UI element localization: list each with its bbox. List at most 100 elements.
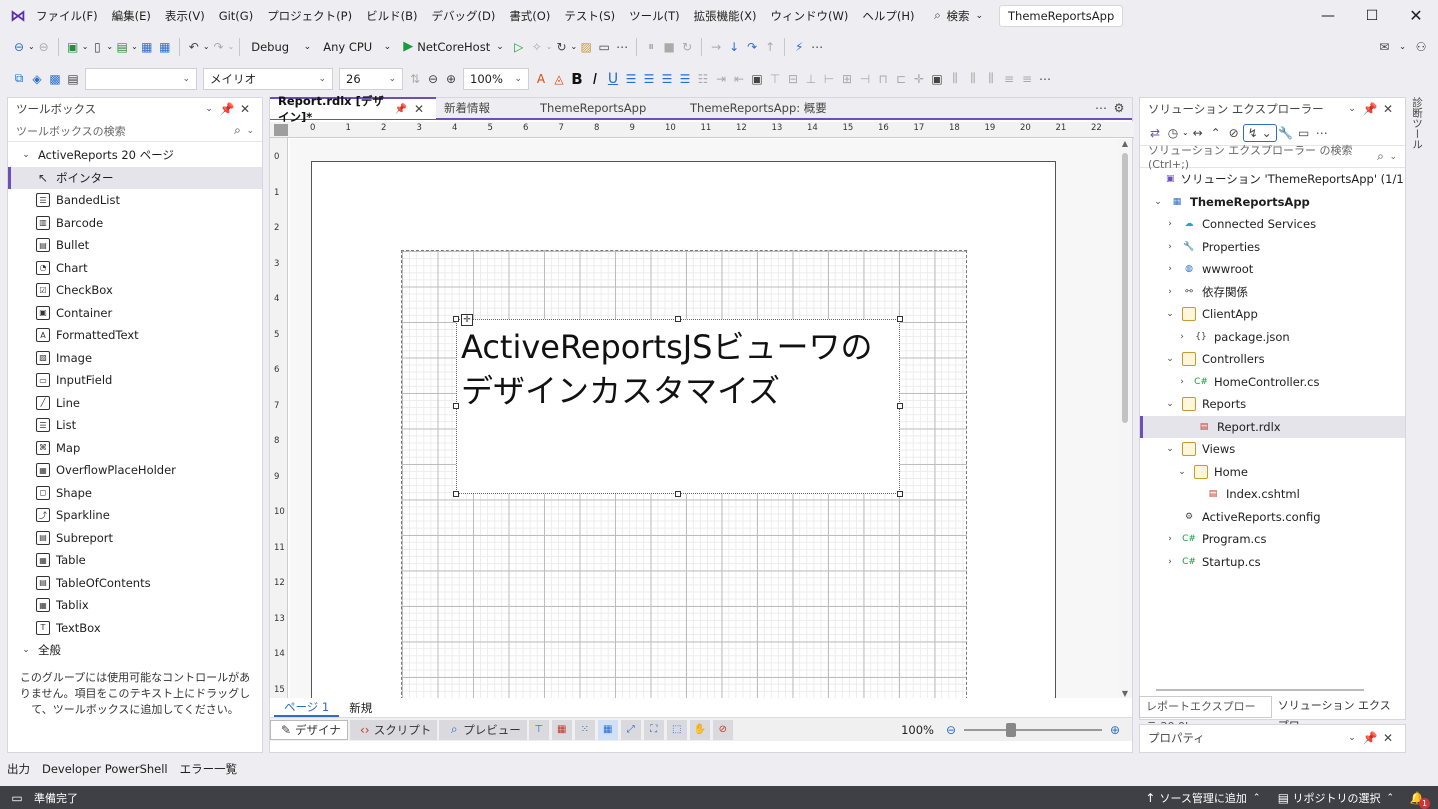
- move-handle-icon[interactable]: ✛: [461, 314, 473, 326]
- expander-icon[interactable]: ›: [1176, 332, 1188, 342]
- toolbox-item[interactable]: ◔ Chart: [8, 257, 262, 280]
- solution-tree-item[interactable]: › C# HomeController.cs: [1140, 371, 1405, 394]
- live-share-icon[interactable]: ⚇: [1412, 38, 1430, 56]
- menu-item[interactable]: ウィンドウ(W): [770, 8, 848, 24]
- expander-icon[interactable]: ›: [1164, 264, 1176, 274]
- menu-item[interactable]: 書式(O): [509, 8, 550, 24]
- solution-tree-item[interactable]: › 🔧 Properties: [1140, 236, 1405, 259]
- diagnostics-rail[interactable]: 診断ツール: [1410, 97, 1430, 157]
- menu-item[interactable]: 編集(E): [112, 8, 151, 24]
- restart-icon[interactable]: ↻: [678, 38, 696, 56]
- expander-icon[interactable]: ›: [1164, 219, 1176, 229]
- solution-tree-item[interactable]: ⌄ Reports: [1140, 393, 1405, 416]
- step-into-icon[interactable]: ↓: [725, 38, 743, 56]
- save-icon[interactable]: ▦: [138, 38, 156, 56]
- menu-item[interactable]: ビルド(B): [366, 8, 417, 24]
- vertical-scrollbar[interactable]: ▲ ▼: [1118, 139, 1132, 698]
- close-icon[interactable]: ✕: [1379, 100, 1397, 118]
- solution-tree-item[interactable]: ⚙ ActiveReports.config: [1140, 506, 1405, 529]
- redo-icon[interactable]: ↷: [210, 38, 228, 56]
- git-icon[interactable]: ↯ ⌄: [1242, 123, 1277, 142]
- snap-icon[interactable]: ⊤: [528, 719, 549, 740]
- grid-icon[interactable]: ▦: [597, 719, 618, 740]
- window-icon[interactable]: ▭: [595, 38, 613, 56]
- solution-tree-item[interactable]: ▤ Index.cshtml: [1140, 483, 1405, 506]
- tab-report-explorer[interactable]: レポートエクスプローラ 20.0J: [1139, 696, 1272, 733]
- solution-tree-item[interactable]: › C# Startup.cs: [1140, 551, 1405, 574]
- zoom-slider-thumb[interactable]: [1006, 722, 1016, 737]
- tab-project[interactable]: ThemeReportsApp: [532, 97, 682, 119]
- close-button[interactable]: ✕: [1394, 6, 1438, 25]
- expander-icon[interactable]: ⌄: [1164, 354, 1176, 364]
- output-window-icon[interactable]: ▭: [8, 789, 26, 807]
- design-canvas[interactable]: ActiveReportsJSビューワのデザインカスタマイズ ✛: [290, 139, 1120, 698]
- step-over-icon[interactable]: ↷: [743, 38, 761, 56]
- tab-output[interactable]: 出力: [7, 761, 30, 777]
- pause-icon[interactable]: ⏸: [642, 38, 660, 56]
- toolbox-item[interactable]: ▨ Image: [8, 347, 262, 370]
- properties-icon[interactable]: 🔧: [1277, 124, 1295, 142]
- stack-icon[interactable]: ◈: [28, 70, 46, 88]
- list-icon[interactable]: ☷: [694, 70, 712, 88]
- layer-icon[interactable]: ⧉: [10, 70, 28, 88]
- underline-icon[interactable]: U: [604, 70, 622, 88]
- toolbox-item[interactable]: ▣ Container: [8, 302, 262, 325]
- toolbox-item[interactable]: ☰ List: [8, 414, 262, 437]
- close-icon[interactable]: ✕: [236, 100, 254, 118]
- expander-icon[interactable]: ›: [1164, 557, 1176, 567]
- scroll-thumb[interactable]: [1122, 153, 1128, 423]
- zoom-out-icon[interactable]: ⊖: [424, 70, 442, 88]
- solution-tree-item[interactable]: › C# Program.cs: [1140, 528, 1405, 551]
- solution-tree-item[interactable]: › {} package.json: [1140, 326, 1405, 349]
- feedback-icon[interactable]: ✉: [1375, 38, 1393, 56]
- vspace2-icon[interactable]: ≡: [1018, 70, 1036, 88]
- line-spacing-icon[interactable]: ⇅: [406, 70, 424, 88]
- solution-tree-item[interactable]: › ◍ wwwroot: [1140, 258, 1405, 281]
- switch-view-icon[interactable]: ↔: [1189, 124, 1207, 142]
- align-middles-icon[interactable]: ⊟: [784, 70, 802, 88]
- bold-icon[interactable]: B: [568, 70, 586, 88]
- zoom-plus-icon[interactable]: ⊕: [1106, 721, 1124, 739]
- toolbox-item[interactable]: ╱ Line: [8, 392, 262, 415]
- solution-tree-item[interactable]: ⌄ ClientApp: [1140, 303, 1405, 326]
- chevron-down-icon[interactable]: ⌄: [1343, 100, 1361, 118]
- zoom-minus-icon[interactable]: ⊖: [942, 721, 960, 739]
- page-tab-new[interactable]: 新規: [339, 700, 382, 716]
- step-out-icon[interactable]: ↑: [761, 38, 779, 56]
- fit-icon[interactable]: ▣: [928, 70, 946, 88]
- page-tab-1[interactable]: ページ 1: [274, 699, 340, 717]
- toolbox-item[interactable]: T TextBox: [8, 617, 262, 640]
- browse-icon[interactable]: ▨: [577, 38, 595, 56]
- tab-solution-explorer[interactable]: ソリューション エクスプロー...: [1272, 696, 1406, 732]
- tab-script[interactable]: ‹› スクリプト: [349, 719, 438, 740]
- toolbox-item[interactable]: ▥ Barcode: [8, 212, 262, 235]
- more3-icon[interactable]: ⋯: [1036, 70, 1054, 88]
- expander-icon[interactable]: ›: [1176, 377, 1188, 387]
- toolbox-item[interactable]: ▦ OverflowPlaceHolder: [8, 459, 262, 482]
- solution-tree-item[interactable]: ⌄ Home: [1140, 461, 1405, 484]
- close-tab-icon[interactable]: ✕: [410, 100, 428, 118]
- preview-toggle-icon[interactable]: ▭: [1295, 124, 1313, 142]
- dots-grid-icon[interactable]: ⁙: [574, 719, 595, 740]
- size-dropdown[interactable]: 26 ⌄: [339, 67, 403, 90]
- tab-error-list[interactable]: エラー一覧: [180, 761, 238, 777]
- align-center-icon[interactable]: ☰: [640, 70, 658, 88]
- toolbox-item[interactable]: A FormattedText: [8, 324, 262, 347]
- same-width-icon[interactable]: ⊓: [874, 70, 892, 88]
- toolbox-item[interactable]: ▤ Subreport: [8, 527, 262, 550]
- chevron-down-icon[interactable]: ⌄: [200, 100, 218, 118]
- tab-powershell[interactable]: Developer PowerShell: [42, 762, 168, 776]
- stop-icon[interactable]: ■: [660, 38, 678, 56]
- toolbox-item[interactable]: ↖ ポインター: [8, 166, 262, 189]
- fill-color-icon[interactable]: ◬: [550, 70, 568, 88]
- same-height-icon[interactable]: ⊏: [892, 70, 910, 88]
- font-dropdown[interactable]: メイリオ ⌄: [203, 67, 333, 90]
- resize-handle[interactable]: [897, 491, 903, 497]
- menu-item[interactable]: 拡張機能(X): [694, 8, 757, 24]
- font-color-icon[interactable]: A: [532, 70, 550, 88]
- expander-icon[interactable]: ⌄: [1164, 444, 1176, 454]
- vs-logo-icon[interactable]: ⋈: [8, 6, 28, 26]
- platform-dropdown[interactable]: Any CPU ⌄: [317, 36, 397, 58]
- menu-item[interactable]: Git(G): [219, 9, 254, 23]
- new-project-icon[interactable]: ▣: [64, 38, 82, 56]
